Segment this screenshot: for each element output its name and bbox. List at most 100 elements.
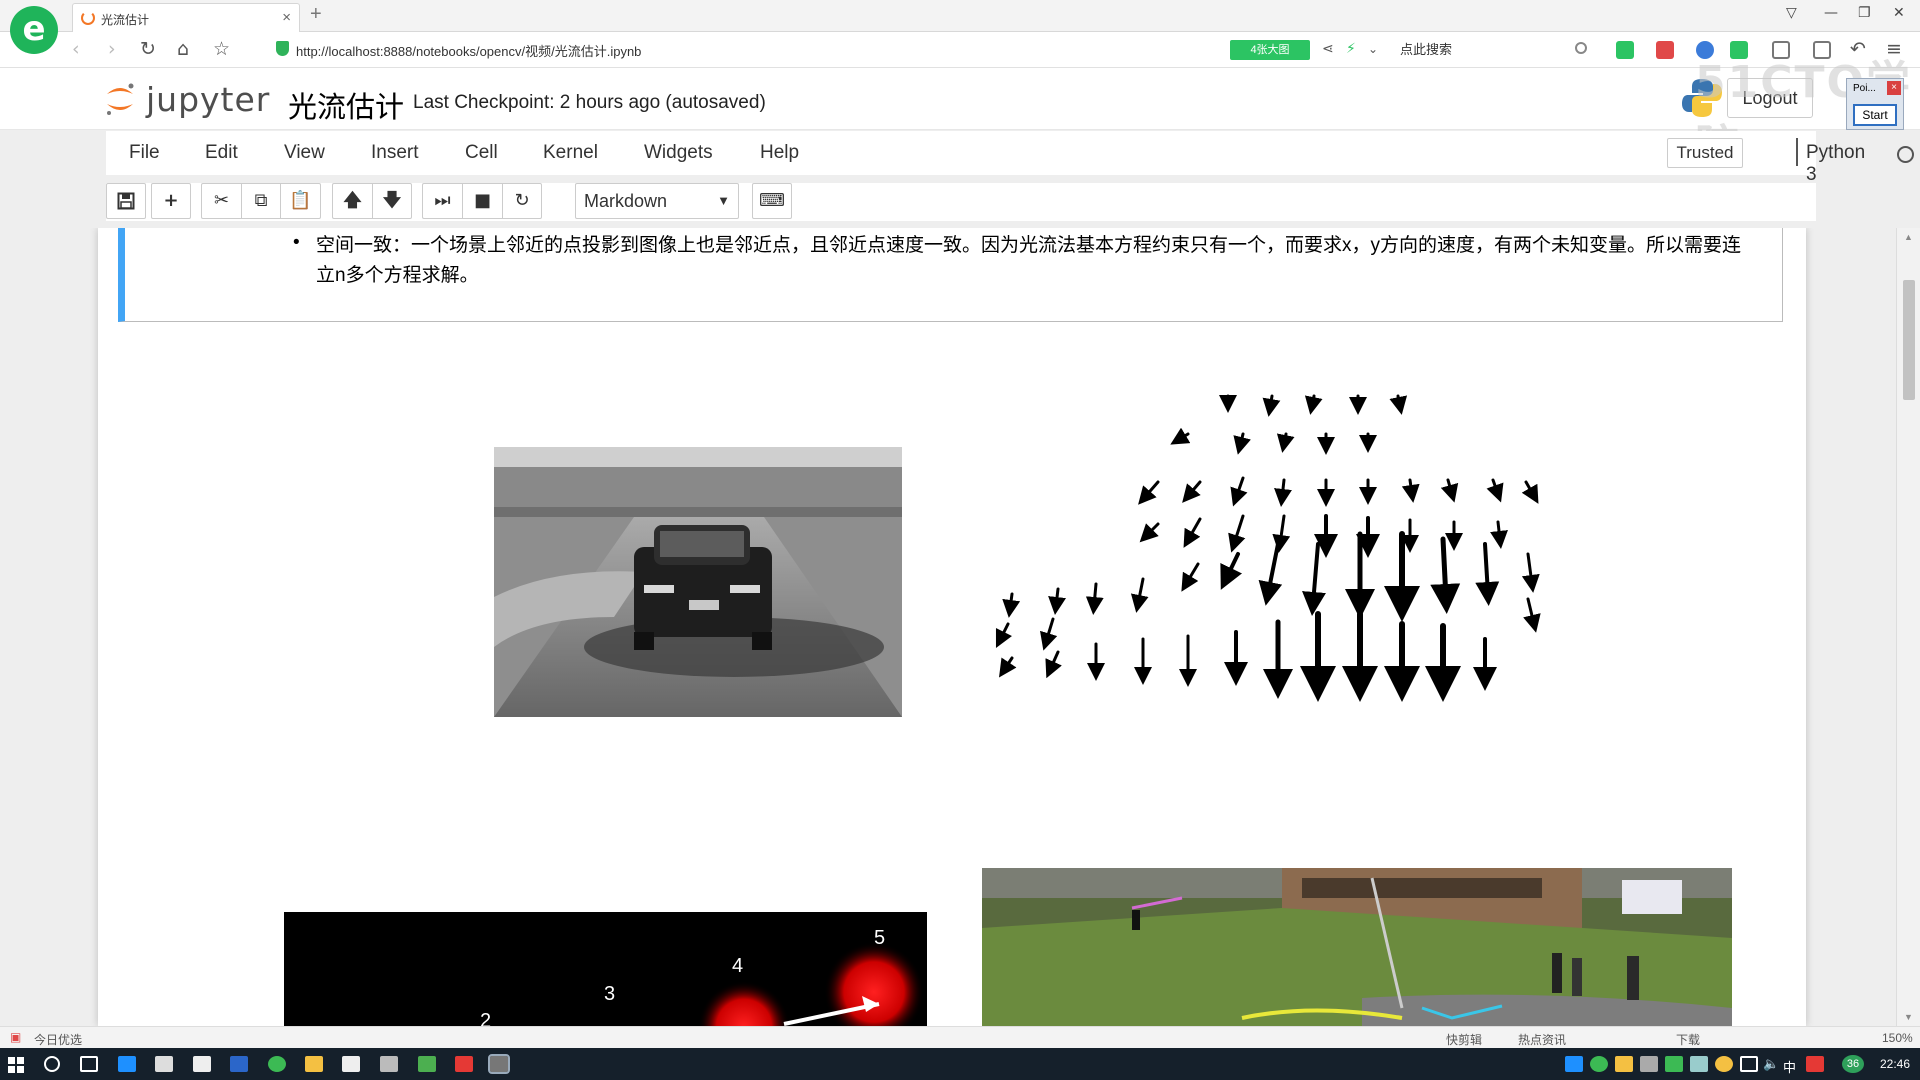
save-button[interactable] [106,183,146,219]
status-item[interactable]: 快剪辑 [1446,1031,1482,1048]
browser-tab-strip: e 光流估计 × + ▽ — ❐ ✕ [0,0,1920,54]
status-item[interactable]: 热点资讯 [1518,1031,1566,1048]
url-input[interactable]: http://localhost:8888/notebooks/opencv/视… [272,36,1242,62]
notification-badge[interactable]: 36 [1842,1055,1864,1073]
network-icon[interactable] [1740,1056,1758,1072]
new-tab-button[interactable]: + [310,3,322,26]
ime-indicator[interactable]: 中 [1783,1057,1796,1076]
scroll-up-icon[interactable]: ▲ [1904,232,1913,242]
forward-icon[interactable]: › [108,38,116,60]
popup-title: Poi... [1853,83,1876,94]
kernel-separator [1796,138,1798,166]
menu-edit[interactable]: Edit [205,142,238,164]
vertical-scrollbar[interactable]: ▲ ▼ [1896,228,1920,1026]
popup-close-icon[interactable]: × [1887,81,1901,95]
jupyter-favicon-icon [81,11,95,25]
jupyter-header: jupyter 光流估计 Last Checkpoint: 2 hours ag… [0,68,1920,130]
restart-button[interactable]: ↻ [502,183,542,219]
back-icon[interactable]: ‹ [72,38,80,60]
tray-icon[interactable] [1715,1056,1733,1072]
status-item[interactable]: 下载 [1676,1031,1700,1048]
app-icon[interactable] [342,1056,360,1072]
app-icon[interactable] [380,1056,398,1072]
bullet-text: 空间一致：一个场景上邻近的点投影到图像上也是邻近点，且邻近点速度一致。因为光流法… [316,235,1742,286]
menu-cell[interactable]: Cell [465,142,498,164]
insert-cell-button[interactable]: + [151,183,191,219]
notebook-name[interactable]: 光流估计 [288,84,404,126]
menu-help[interactable]: Help [760,142,799,164]
zoom-level[interactable]: 150% [1882,1031,1913,1045]
app-icon[interactable] [455,1056,473,1072]
point-label: 5 [874,927,885,949]
tray-icon[interactable] [1640,1056,1658,1072]
address-bar: ‹ › ↻ ⌂ ☆ http://localhost:8888/notebook… [0,32,1920,68]
store-icon[interactable] [155,1056,173,1072]
tray-icon[interactable] [1806,1056,1824,1072]
file-explorer-icon[interactable] [305,1056,323,1072]
minimize-icon[interactable]: — [1824,5,1838,21]
tracked-points-graphic: 2 3 4 5 [480,927,924,1026]
copy-icon: ⧉ [254,190,268,211]
vscode-icon[interactable] [230,1056,248,1072]
clock[interactable]: 22:46 [1880,1057,1910,1071]
wechat-icon[interactable] [1665,1056,1683,1072]
jupyter-logo[interactable]: jupyter [104,78,274,122]
mail-icon[interactable] [193,1056,211,1072]
copy-button[interactable]: ⧉ [241,183,281,219]
scroll-down-icon[interactable]: ▼ [1904,1012,1913,1022]
browser-tab[interactable]: 光流估计 × [72,3,300,32]
markdown-cell[interactable]: • 空间一致：一个场景上邻近的点投影到图像上也是邻近点，且邻近点速度一致。因为光… [118,228,1783,322]
tray-icon[interactable] [1590,1056,1608,1072]
favorites-bar-icon[interactable]: ▽ [1786,5,1797,21]
close-window-icon[interactable]: ✕ [1893,5,1905,21]
menu-kernel[interactable]: Kernel [543,142,598,164]
search-icon[interactable] [1575,42,1587,54]
extension-icon[interactable] [1616,41,1634,59]
windows-start-icon[interactable] [8,1057,24,1073]
tray-icon[interactable] [1690,1056,1708,1072]
run-button[interactable]: ⏭ [422,183,462,219]
task-view-icon[interactable] [80,1056,98,1072]
cell-type-select[interactable]: Markdown ▼ [575,183,739,219]
paste-button[interactable]: 📋 [281,183,321,219]
plus-icon: + [163,190,179,211]
trusted-badge[interactable]: Trusted [1667,138,1743,168]
share-icon[interactable]: ⋖ [1322,41,1334,57]
status-left-text[interactable]: 今日优选 [34,1031,82,1048]
popup-start-button[interactable]: Start [1853,104,1897,126]
bullet-point: • [293,232,300,253]
kernel-name[interactable]: Python 3 [1806,142,1865,186]
lightning-icon[interactable]: ⚡ [1346,41,1356,57]
image-badge[interactable]: 4张大图 [1230,40,1310,60]
move-down-button[interactable]: 🡇 [372,183,412,219]
scroll-thumb[interactable] [1903,280,1915,400]
tray-icon[interactable] [1565,1056,1583,1072]
cut-button[interactable]: ✂ [201,183,241,219]
tab-close-icon[interactable]: × [282,9,291,26]
bookmark-star-icon[interactable]: ☆ [213,38,230,60]
scissors-icon[interactable] [1656,41,1674,59]
home-icon[interactable]: ⌂ [177,38,189,60]
point-label: 4 [732,955,743,977]
menu-view[interactable]: View [284,142,325,164]
search-input[interactable]: 点此搜索 [1400,38,1600,62]
command-palette-button[interactable]: ⌨ [752,183,792,219]
menu-file[interactable]: File [129,142,160,164]
pycharm-icon[interactable] [418,1056,436,1072]
menu-widgets[interactable]: Widgets [644,142,713,164]
move-up-button[interactable]: 🡅 [332,183,372,219]
chevron-down-icon[interactable]: ⌄ [1368,42,1378,56]
active-app-icon[interactable] [488,1054,510,1074]
restore-icon[interactable]: ❐ [1858,5,1871,21]
edge-icon[interactable] [118,1056,136,1072]
point-label: 3 [604,983,615,1005]
tray-icon[interactable] [1615,1056,1633,1072]
refresh-icon[interactable]: ↻ [140,38,156,60]
browser-360-icon[interactable] [268,1056,286,1072]
menu-insert[interactable]: Insert [371,142,419,164]
kernel-idle-indicator-icon [1897,146,1914,163]
cortana-icon[interactable] [44,1056,60,1072]
optical-flow-arrow-field [995,394,1541,702]
interrupt-button[interactable]: ■ [462,183,502,219]
volume-icon[interactable]: 🔈 [1763,1056,1779,1072]
